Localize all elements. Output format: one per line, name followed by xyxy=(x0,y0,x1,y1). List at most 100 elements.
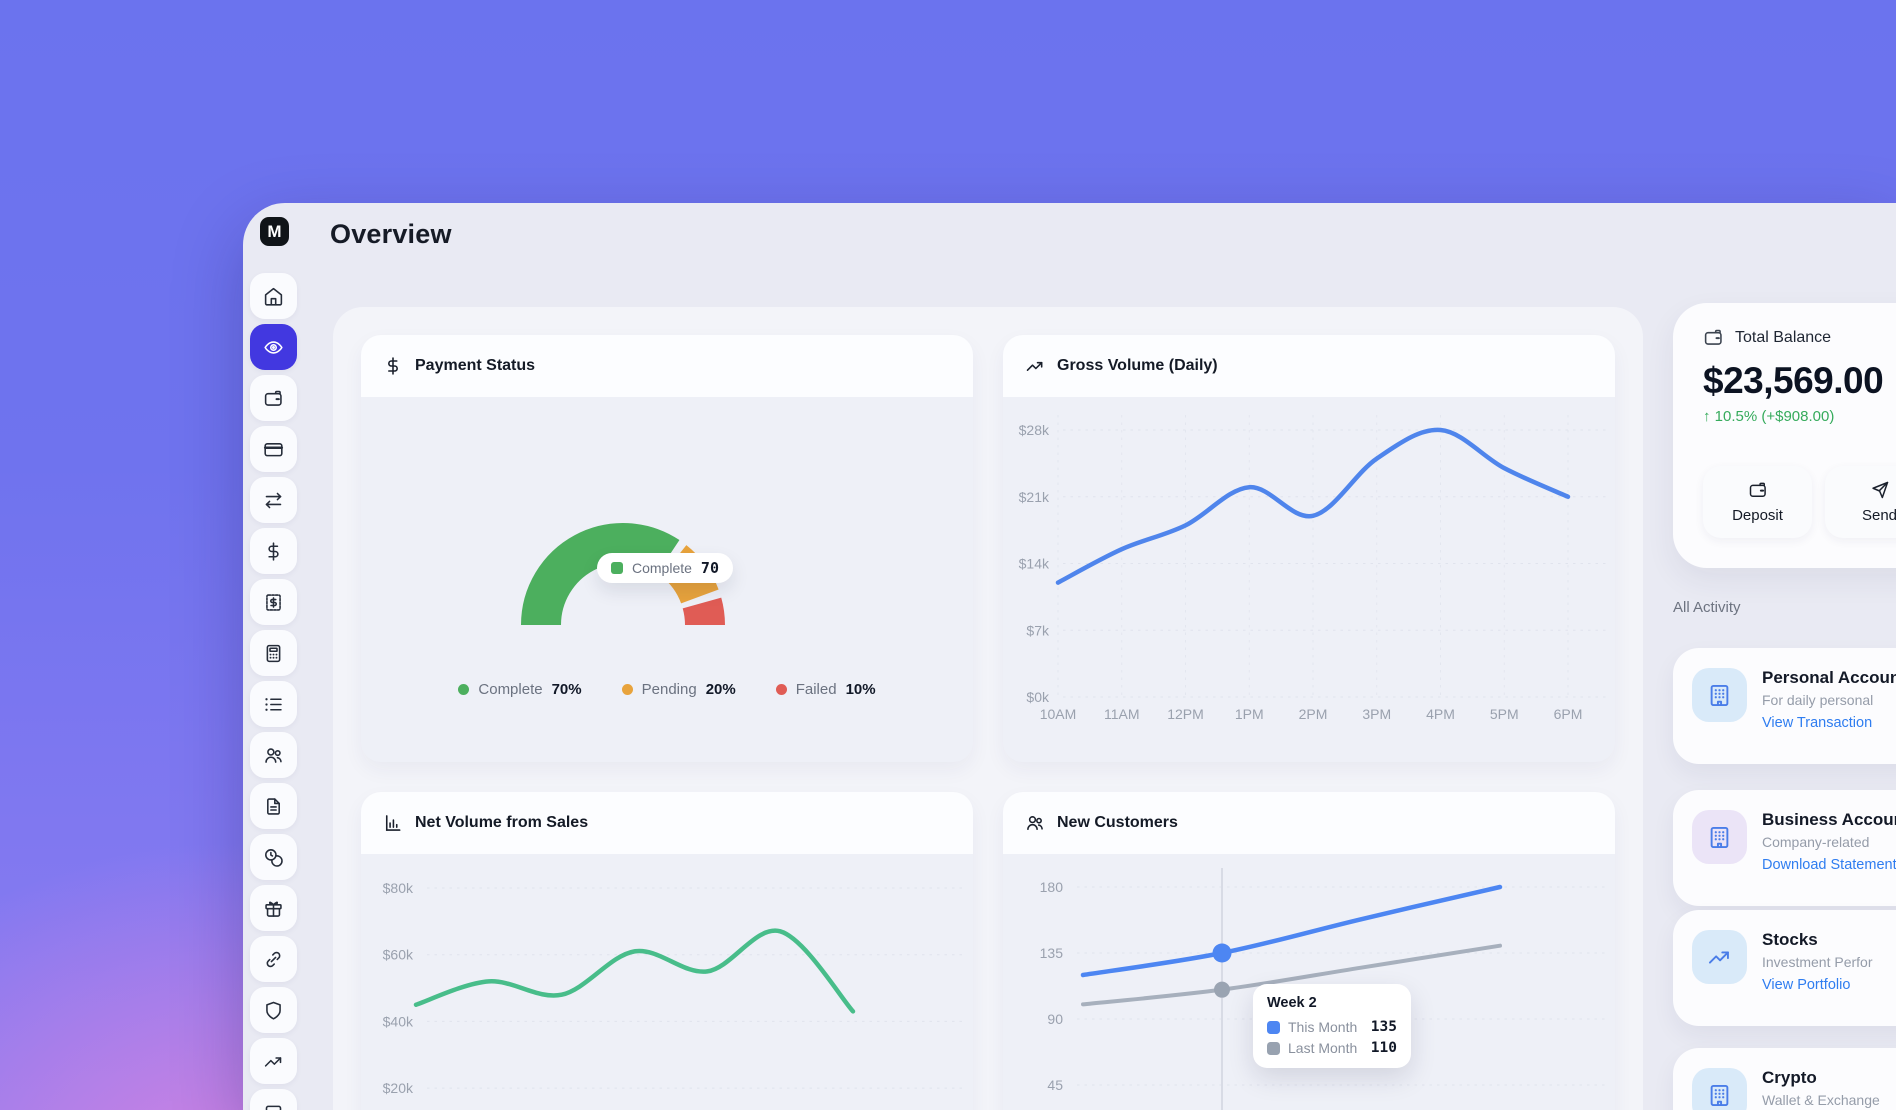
gauge-tooltip: Complete 70 xyxy=(597,553,733,583)
legend-label: Complete xyxy=(478,681,542,698)
home-icon xyxy=(263,286,284,307)
svg-text:11AM: 11AM xyxy=(1104,706,1140,722)
total-balance-amount: $23,569.00 xyxy=(1703,360,1896,402)
svg-text:5PM: 5PM xyxy=(1490,706,1519,722)
tooltip-title: Week 2 xyxy=(1267,995,1397,1011)
legend-item: Failed 10% xyxy=(776,681,876,698)
total-balance-card: Total Balance $23,569.00 ↑ 10.5% (+$908.… xyxy=(1673,303,1896,568)
sidebar-item-trend[interactable] xyxy=(250,1038,297,1084)
gross-volume-body: $28k$21k$14k$7k$0k10AM11AM12PM1PM2PM3PM4… xyxy=(1003,397,1615,762)
tooltip-row: Last Month 110 xyxy=(1267,1040,1397,1056)
activity-item-personal-account[interactable]: Personal Account For daily personal View… xyxy=(1673,648,1896,764)
svg-text:2PM: 2PM xyxy=(1299,706,1328,722)
legend-value: 20% xyxy=(706,681,736,698)
chart-tooltip: Week 2 This Month 135 Last Month 110 xyxy=(1253,984,1411,1068)
download-statement-link[interactable]: Download Statement xyxy=(1762,857,1896,873)
bar-chart-icon xyxy=(383,813,403,833)
activity-title: Stocks xyxy=(1762,930,1873,950)
svg-text:$7k: $7k xyxy=(1026,622,1050,638)
list-icon xyxy=(263,694,284,715)
svg-text:4PM: 4PM xyxy=(1426,706,1455,722)
charts-panel: Payment Status Complete 70 Complete 70% xyxy=(333,307,1643,1110)
dollar-icon xyxy=(263,541,284,562)
new-customers-chart: 180 135 90 45 xyxy=(1003,854,1615,1110)
sidebar-item-credit-card[interactable] xyxy=(250,426,297,472)
sidebar-item-shield[interactable] xyxy=(250,987,297,1033)
svg-text:6PM: 6PM xyxy=(1554,706,1583,722)
coins-icon xyxy=(263,847,284,868)
chart-title: Net Volume from Sales xyxy=(415,814,588,832)
sidebar-item-device[interactable] xyxy=(250,1089,297,1110)
svg-text:90: 90 xyxy=(1047,1011,1063,1027)
net-volume-chart: $80k$60k$40k$20k xyxy=(361,854,971,1110)
page-title: Overview xyxy=(330,219,452,250)
eye-icon xyxy=(263,337,284,358)
payment-status-header: Payment Status xyxy=(361,335,973,397)
svg-text:$40k: $40k xyxy=(383,1013,414,1029)
wallet-icon xyxy=(1748,480,1768,500)
building-icon xyxy=(1692,810,1747,864)
legend-dot xyxy=(458,684,469,695)
sidebar-item-dollar[interactable] xyxy=(250,528,297,574)
total-balance-label: Total Balance xyxy=(1735,329,1831,347)
chart-title: Gross Volume (Daily) xyxy=(1057,357,1218,375)
deposit-button[interactable]: Deposit xyxy=(1703,466,1812,538)
legend-value: 70% xyxy=(552,681,582,698)
new-customers-card: New Customers 1801359045 Week 2 This Mon… xyxy=(1003,792,1615,1110)
legend-label: Failed xyxy=(796,681,837,698)
legend-swatch xyxy=(611,562,623,574)
total-balance-delta: ↑ 10.5% (+$908.00) xyxy=(1703,408,1896,425)
legend-item: Complete 70% xyxy=(458,681,581,698)
activity-title: Crypto xyxy=(1762,1068,1880,1088)
view-portfolio-link[interactable]: View Portfolio xyxy=(1762,977,1873,993)
tooltip-value: 135 xyxy=(1371,1019,1397,1035)
activity-info: Business Account Company-related Downloa… xyxy=(1762,810,1896,873)
document-icon xyxy=(263,796,284,817)
activity-item-stocks[interactable]: Stocks Investment Perfor View Portfolio xyxy=(1673,910,1896,1026)
activity-item-business-account[interactable]: Business Account Company-related Downloa… xyxy=(1673,790,1896,906)
sidebar-item-eye[interactable] xyxy=(250,324,297,370)
device-icon xyxy=(263,1102,284,1110)
net-volume-card: Net Volume from Sales $80k$60k$40k$20k xyxy=(361,792,973,1110)
tooltip-value: 70 xyxy=(701,559,719,577)
shield-icon xyxy=(263,1000,284,1021)
credit-card-icon xyxy=(263,439,284,460)
net-volume-header: Net Volume from Sales xyxy=(361,792,973,854)
svg-text:180: 180 xyxy=(1040,879,1064,895)
sidebar-item-gift[interactable] xyxy=(250,885,297,931)
legend-label: Pending xyxy=(642,681,697,698)
app-logo[interactable]: M xyxy=(260,217,289,246)
send-icon xyxy=(1870,480,1890,500)
sidebar-item-swap[interactable] xyxy=(250,477,297,523)
sidebar-item-invoice[interactable] xyxy=(250,579,297,625)
svg-text:12PM: 12PM xyxy=(1167,706,1204,722)
sidebar-item-document[interactable] xyxy=(250,783,297,829)
activity-item-crypto[interactable]: Crypto Wallet & Exchange xyxy=(1673,1048,1896,1110)
wallet-icon xyxy=(263,388,284,409)
tooltip-label: This Month xyxy=(1288,1019,1357,1035)
svg-text:$14k: $14k xyxy=(1019,556,1050,572)
sidebar-item-calculator[interactable] xyxy=(250,630,297,676)
sidebar-item-home[interactable] xyxy=(250,273,297,319)
app-card: M Overview Payment Status Complete 70 xyxy=(243,203,1896,1110)
sidebar-item-list[interactable] xyxy=(250,681,297,727)
svg-text:135: 135 xyxy=(1040,945,1064,961)
send-button[interactable]: Send xyxy=(1825,466,1896,538)
deposit-label: Deposit xyxy=(1732,507,1783,524)
users-icon xyxy=(1025,813,1045,833)
sidebar-item-users[interactable] xyxy=(250,732,297,778)
sidebar-item-coins[interactable] xyxy=(250,834,297,880)
svg-text:$21k: $21k xyxy=(1019,489,1050,505)
payment-status-body: Complete 70 Complete 70% Pending 20% xyxy=(361,397,973,762)
payment-status-card: Payment Status Complete 70 Complete 70% xyxy=(361,335,973,762)
activity-subtitle: Company-related xyxy=(1762,834,1896,850)
sidebar-item-wallet[interactable] xyxy=(250,375,297,421)
trending-up-icon xyxy=(1692,930,1747,984)
building-icon xyxy=(1692,1068,1747,1110)
sidebar-item-link[interactable] xyxy=(250,936,297,982)
gift-icon xyxy=(263,898,284,919)
svg-text:$28k: $28k xyxy=(1019,422,1050,438)
svg-text:45: 45 xyxy=(1047,1077,1063,1093)
view-transaction-link[interactable]: View Transaction xyxy=(1762,715,1896,731)
svg-text:$20k: $20k xyxy=(383,1080,414,1096)
